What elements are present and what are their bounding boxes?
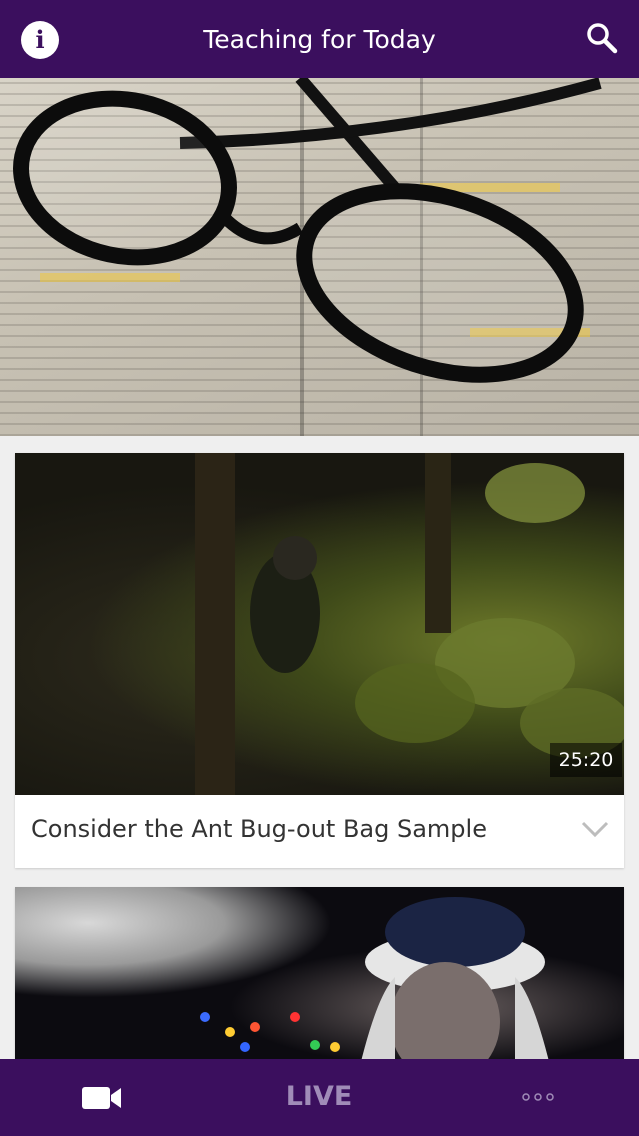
bottom-nav: LIVE: [0, 1059, 639, 1136]
video-duration: 25:20: [550, 743, 622, 777]
video-thumbnail[interactable]: [15, 887, 624, 1087]
winter-scene-image: [200, 897, 555, 1087]
chevron-down-icon[interactable]: [580, 818, 610, 840]
video-card[interactable]: 25:20 Consider the Ant Bug-out Bag Sampl…: [15, 453, 624, 868]
search-icon[interactable]: [584, 20, 620, 56]
top-app-bar: i Teaching for Today: [0, 0, 639, 78]
hero-image: [0, 78, 639, 436]
video-thumbnail[interactable]: 25:20: [15, 453, 624, 795]
video-title[interactable]: Consider the Ant Bug-out Bag Sample: [31, 813, 571, 845]
reading-glasses-icon: [13, 78, 602, 383]
video-camera-icon[interactable]: [80, 1081, 124, 1115]
app-title: Teaching for Today: [203, 25, 436, 54]
live-tab[interactable]: LIVE: [259, 1079, 379, 1115]
video-card[interactable]: [15, 887, 624, 1087]
forest-scene-image: [195, 453, 624, 795]
more-dots-icon[interactable]: [516, 1089, 560, 1105]
